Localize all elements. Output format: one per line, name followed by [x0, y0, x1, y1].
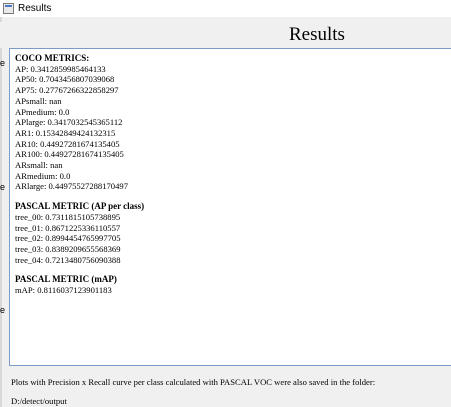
coco-metric-line: APsmall: nan — [15, 95, 62, 106]
pascal-ap-title: PASCAL METRIC (AP per class) — [15, 201, 145, 212]
side-label: e — [0, 58, 6, 68]
coco-metric-line: AP75: 0.27767266322858297 — [15, 85, 119, 96]
output-folder-path: D:/detect/output — [11, 396, 67, 406]
coco-metric-line: ARsmall: nan — [15, 160, 63, 171]
results-text-area[interactable]: COCO METRICS: AP: 0.3412859985464133 AP5… — [9, 48, 451, 366]
app-window-icon — [3, 3, 14, 14]
coco-metric-line: AP50: 0.7043456807039068 — [15, 74, 115, 85]
coco-metric-line: AR10: 0.44927281674135405 — [15, 138, 120, 149]
coco-metric-line: APmedium: 0.0 — [15, 106, 70, 117]
coco-metric-line: APlarge: 0.3417032545365112 — [15, 117, 123, 128]
window-title: Results — [18, 3, 52, 14]
pascal-ap-line: tree_04: 0.7213480756090388 — [15, 254, 121, 265]
coco-metric-line: ARmedium: 0.0 — [15, 170, 71, 181]
pascal-map-title: PASCAL METRIC (mAP) — [15, 274, 117, 285]
pascal-ap-line: tree_03: 0.8389209655568369 — [15, 243, 121, 254]
side-label: e — [0, 182, 6, 192]
pascal-ap-line: tree_02: 0.8994454765997705 — [15, 233, 121, 244]
coco-metric-line: ARlarge: 0.44975527288170497 — [15, 181, 128, 192]
page-title: Results — [289, 24, 345, 45]
coco-metrics-title: COCO METRICS: — [15, 53, 90, 63]
pascal-map-line: mAP: 0.8116037123901183 — [15, 285, 112, 296]
title-bar: Results — [0, 0, 451, 17]
left-window-edge — [0, 17, 2, 407]
results-content: COCO METRICS: AP: 0.3412859985464133 AP5… — [10, 49, 451, 296]
results-header: Results — [0, 22, 451, 48]
side-label: e — [0, 305, 6, 315]
coco-metric-line: AP: 0.3412859985464133 — [15, 63, 106, 74]
coco-metric-line: AR100: 0.44927281674135405 — [15, 149, 124, 160]
saved-plots-message: Plots with Precision x Recall curve per … — [11, 377, 376, 387]
coco-metric-line: AR1: 0.15342849424132315 — [15, 127, 116, 138]
pascal-ap-line: tree_00: 0.7311815105738895 — [15, 211, 121, 222]
pascal-ap-line: tree_01: 0.8671225336110557 — [15, 222, 121, 233]
